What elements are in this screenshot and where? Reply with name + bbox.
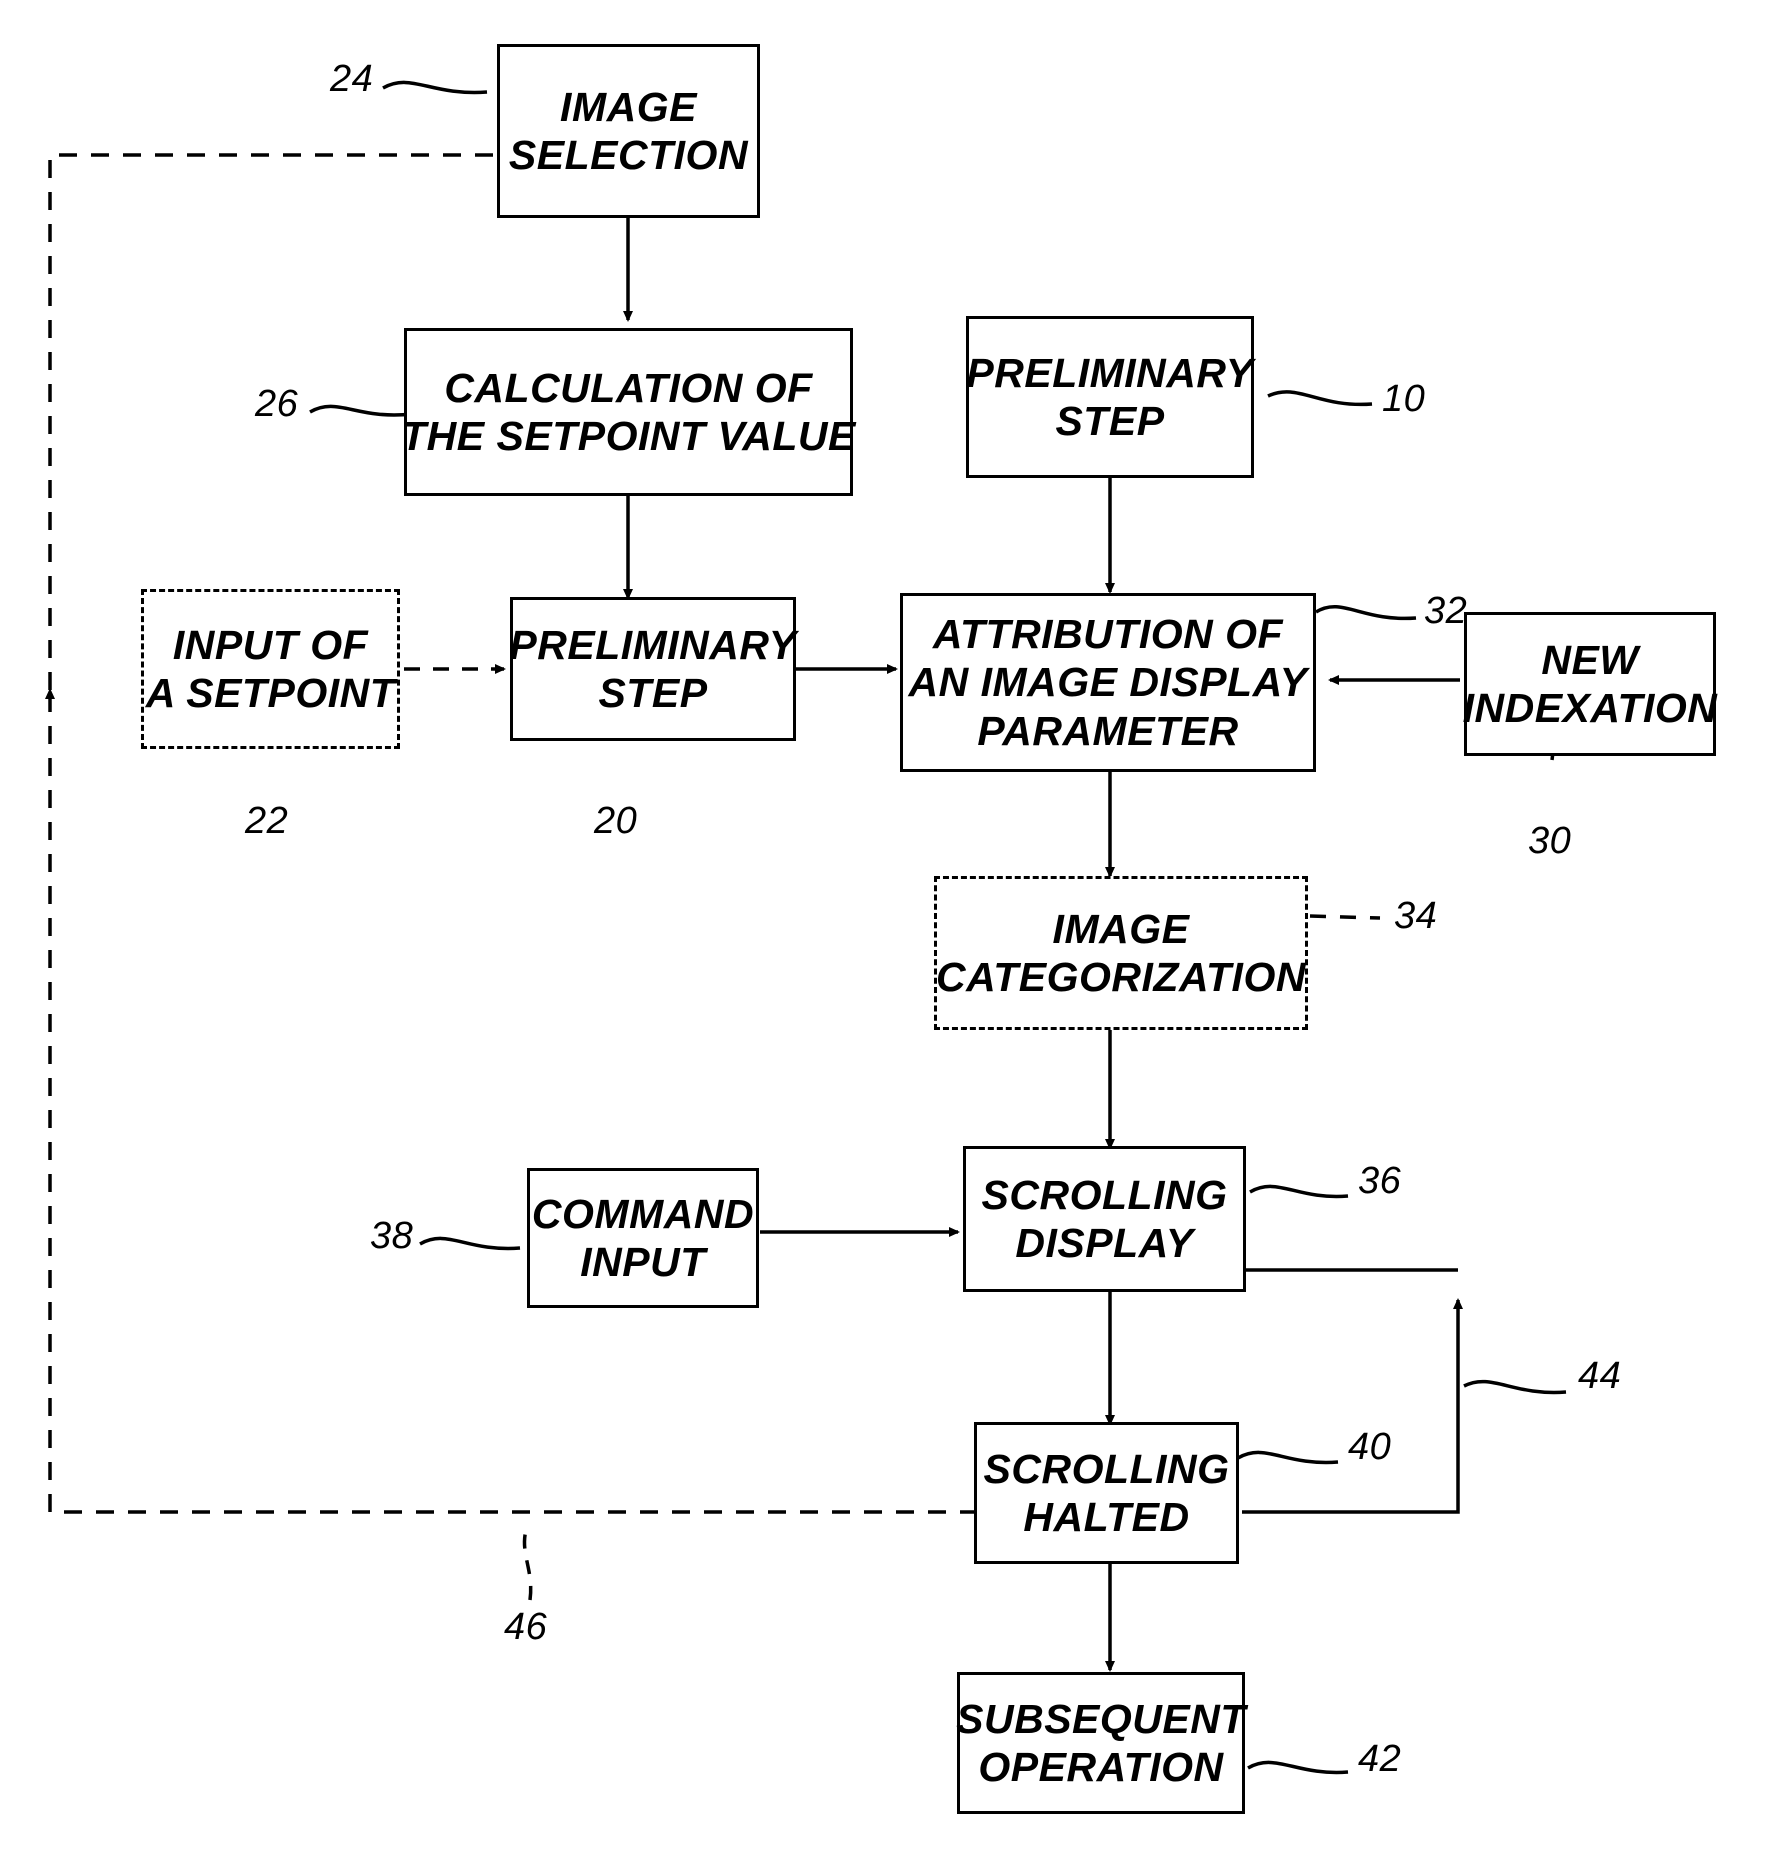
ref-numeral-26: 26 (255, 383, 299, 425)
node-line: PRELIMINARY (509, 621, 797, 668)
node-line: STEP (598, 670, 708, 716)
node-scrolling-display[interactable]: SCROLLING DISPLAY (963, 1146, 1246, 1292)
node-line: AN IMAGE DISPLAY (908, 659, 1308, 706)
node-line: SCROLLING (981, 1171, 1228, 1218)
node-preliminary-step-20[interactable]: PRELIMINARY STEP (509, 597, 797, 741)
node-line: SELECTION (508, 132, 749, 178)
node-input-of-a-setpoint[interactable]: INPUT OF A SETPOINT (141, 589, 400, 749)
ref-numeral-44: 44 (1578, 1355, 1622, 1397)
ref-numeral-46: 46 (504, 1606, 548, 1648)
node-new-indexation[interactable]: NEW INDEXATION (1462, 612, 1718, 756)
node-line: IMAGE (560, 83, 697, 130)
node-image-selection[interactable]: IMAGE SELECTION (497, 44, 760, 218)
node-line: IMAGE (1052, 905, 1190, 952)
node-line: COMMAND (531, 1190, 755, 1237)
node-line: SCROLLING (983, 1445, 1230, 1492)
ref-numeral-20: 20 (594, 800, 638, 842)
node-command-input[interactable]: COMMAND INPUT (527, 1168, 759, 1308)
connector-layer (45, 80, 1567, 1775)
ref-numeral-32: 32 (1424, 590, 1468, 632)
node-attribution-of-image-display-parameter[interactable]: ATTRIBUTION OF AN IMAGE DISPLAY PARAMETE… (900, 593, 1316, 772)
ref-numeral-22: 22 (245, 800, 289, 842)
node-line: OPERATION (978, 1744, 1224, 1790)
node-line: CALCULATION OF (444, 364, 813, 411)
node-line: DISPLAY (1015, 1220, 1194, 1266)
figure-canvas: IMAGE SELECTION CALCULATION OF THE SETPO… (0, 0, 1781, 1855)
node-line: THE SETPOINT VALUE (401, 413, 856, 459)
node-line: A SETPOINT (145, 670, 396, 716)
node-line: PRELIMINARY (966, 349, 1254, 396)
node-line: INDEXATION (1462, 685, 1718, 731)
node-line: SUBSEQUENT (956, 1695, 1246, 1742)
node-image-categorization[interactable]: IMAGE CATEGORIZATION (934, 876, 1308, 1030)
ref-numeral-34: 34 (1394, 895, 1438, 937)
ref-numeral-38: 38 (370, 1215, 414, 1257)
ref-numeral-24: 24 (330, 58, 374, 100)
node-line: NEW (1541, 636, 1639, 683)
node-calculation-of-setpoint-value[interactable]: CALCULATION OF THE SETPOINT VALUE (401, 328, 856, 496)
node-line: HALTED (1023, 1494, 1190, 1540)
node-line: STEP (1055, 398, 1165, 444)
ref-numeral-42: 42 (1358, 1738, 1402, 1780)
node-line: PARAMETER (977, 707, 1239, 754)
ref-numeral-40: 40 (1348, 1426, 1392, 1468)
ref-numeral-36: 36 (1358, 1160, 1402, 1202)
node-line: INPUT (580, 1239, 706, 1285)
node-line: ATTRIBUTION OF (932, 610, 1284, 657)
ref-numeral-30: 30 (1528, 820, 1572, 862)
node-preliminary-step-10[interactable]: PRELIMINARY STEP (966, 316, 1254, 478)
ref-numeral-10: 10 (1382, 378, 1426, 420)
node-scrolling-halted[interactable]: SCROLLING HALTED (974, 1422, 1239, 1564)
node-line: CATEGORIZATION (936, 954, 1306, 1000)
node-line: INPUT OF (172, 621, 369, 668)
node-subsequent-operation[interactable]: SUBSEQUENT OPERATION (956, 1672, 1246, 1814)
